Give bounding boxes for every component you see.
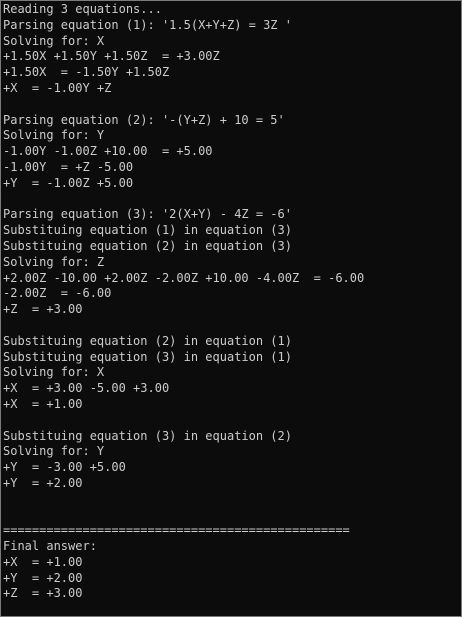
console-line: Parsing equation (3): '2(X+Y) - 4Z = -6' [3, 207, 292, 222]
console-line: +1.50X +1.50Y +1.50Z = +3.00Z [3, 49, 220, 64]
console-line: Substituing equation (2) in equation (3) [3, 238, 292, 253]
console-line: +Y = -3.00 +5.00 [3, 460, 126, 475]
console-line: Parsing equation (2): '-(Y+Z) + 10 = 5' [3, 112, 285, 127]
console-line: +Z = +3.00 [3, 302, 83, 317]
console-line: ========================================… [3, 523, 350, 538]
console-line: +Y = +2.00 [3, 570, 83, 585]
console-line: +X = +3.00 -5.00 +3.00 [3, 381, 170, 396]
console-line: +Y = -1.00Z +5.00 [3, 175, 134, 190]
console-line: +X = -1.00Y +Z [3, 80, 112, 95]
console-line: Substituing equation (3) in equation (1) [3, 349, 292, 364]
console-line: Substituing equation (2) in equation (1) [3, 333, 292, 348]
console-line: +2.00Z -10.00 +2.00Z -2.00Z +10.00 -4.00… [3, 270, 365, 285]
console-output: Reading 3 equations... Parsing equation (… [3, 2, 459, 616]
console-line: -1.00Y = +Z -5.00 [3, 159, 134, 174]
console-line: Solving for: X [3, 33, 105, 48]
console-line: Solving for: Y [3, 444, 105, 459]
console-line: +Y = +2.00 [3, 475, 83, 490]
console-line: Solving for: X [3, 365, 105, 380]
console-line: Parsing equation (1): '1.5(X+Y+Z) = 3Z ' [3, 17, 292, 32]
console-line: -1.00Y -1.00Z +10.00 = +5.00 [3, 144, 213, 159]
console-line: +Z = +3.00 [3, 586, 83, 601]
console-line: Final answer: [3, 539, 97, 554]
console-line: -2.00Z = -6.00 [3, 286, 112, 301]
console-window[interactable]: Reading 3 equations... Parsing equation (… [0, 0, 462, 617]
console-line: Solving for: Z [3, 254, 105, 269]
console-line: +X = +1.00 [3, 554, 83, 569]
console-line: Substituing equation (1) in equation (3) [3, 223, 292, 238]
console-line: Reading 3 equations... [3, 2, 162, 16]
console-line: Substituing equation (3) in equation (2) [3, 428, 292, 443]
console-line: +X = +1.00 [3, 396, 83, 411]
console-line: Solving for: Y [3, 128, 105, 143]
console-line: +1.50X = -1.50Y +1.50Z [3, 65, 170, 80]
